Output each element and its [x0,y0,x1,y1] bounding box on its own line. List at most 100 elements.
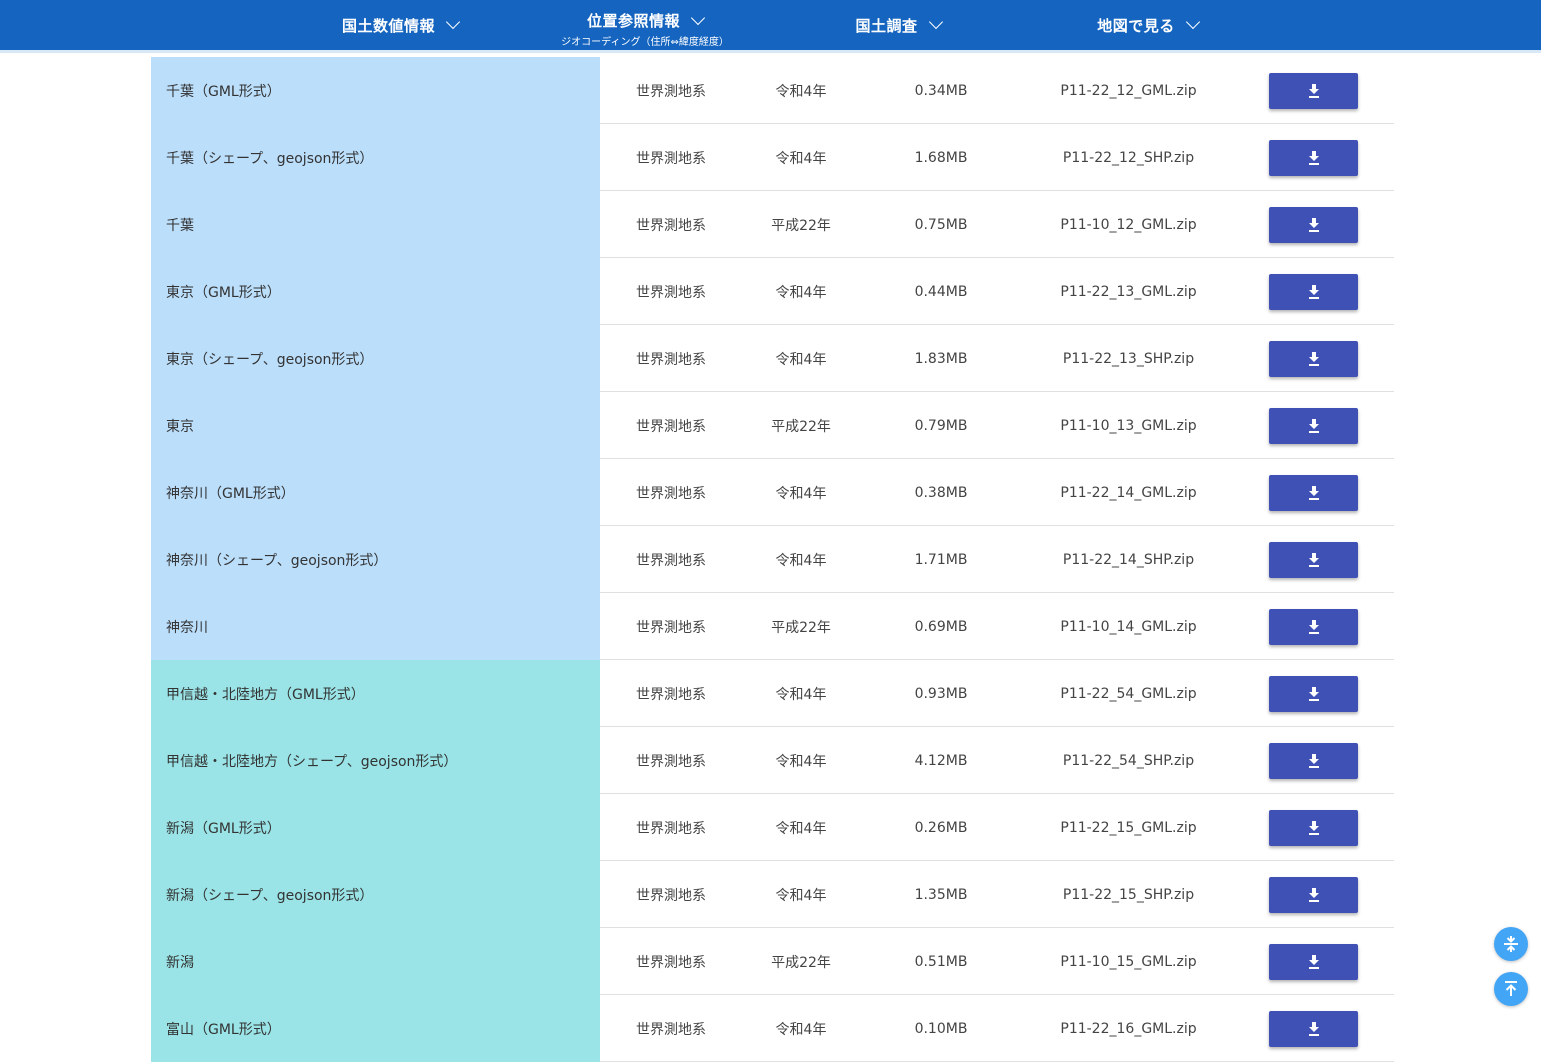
chevron-down-icon [928,14,943,30]
year-cell: 令和4年 [775,150,827,167]
geodetic-system-cell: 世界測地系 [636,619,706,636]
year-cell: 令和4年 [775,284,827,301]
file-name-cell: P11-10_15_GML.zip [1060,953,1197,970]
table-row: 甲信越・北陸地方（シェープ、geojson形式） 世界測地系 令和4年 4.12MB P… [151,727,1394,794]
download-button[interactable] [1269,207,1358,243]
nav-ichi-sansho[interactable]: 位置参照情報 ジオコーディング（住所⇔緯度経度） [550,0,740,50]
nav-label: 位置参照情報 [586,12,680,30]
table-row: 東京（シェープ、geojson形式） 世界測地系 令和4年 1.83MB P11-22_… [151,325,1394,392]
file-name-cell: P11-10_13_GML.zip [1060,417,1197,434]
geodetic-system-cell: 世界測地系 [636,552,706,569]
chevron-down-icon [445,14,461,30]
year-cell: 令和4年 [775,753,827,770]
download-button[interactable] [1269,877,1358,913]
year-cell: 平成22年 [771,217,831,234]
area-name-cell: 新潟（シェープ、geojson形式） [151,861,600,928]
year-cell: 令和4年 [775,83,827,100]
file-size-cell: 1.71MB [914,551,968,568]
area-name-cell: 神奈川（シェープ、geojson形式） [151,526,600,593]
table-row: 新潟（GML形式） 世界測地系 令和4年 0.26MB P11-22_15_GML.zi… [151,794,1394,861]
nav-label: 国土調査 [855,16,918,35]
geodetic-system-cell: 世界測地系 [636,83,706,100]
geodetic-system-cell: 世界測地系 [636,686,706,703]
file-name-cell: P11-22_13_SHP.zip [1062,350,1195,367]
geodetic-system-cell: 世界測地系 [636,351,706,368]
geodetic-system-cell: 世界測地系 [636,418,706,435]
file-size-cell: 0.69MB [914,618,968,635]
download-button[interactable] [1269,676,1358,712]
nav-chizu-de-miru[interactable]: 地図で見る [1090,0,1205,50]
area-name-cell: 東京 [151,392,600,459]
area-name-cell: 神奈川（GML形式） [151,459,600,526]
download-icon [1308,553,1319,567]
area-name-cell: 甲信越・北陸地方（GML形式） [151,660,600,727]
table-row: 千葉（GML形式） 世界測地系 令和4年 0.34MB P11-22_12_GML.zi… [151,57,1394,124]
download-button[interactable] [1269,274,1358,310]
download-button[interactable] [1269,810,1358,846]
file-name-cell: P11-22_15_GML.zip [1060,819,1197,836]
geodetic-system-cell: 世界測地系 [636,485,706,502]
download-button[interactable] [1269,475,1358,511]
area-name-cell: 甲信越・北陸地方（シェープ、geojson形式） [151,727,600,794]
year-cell: 令和4年 [775,485,827,502]
download-icon [1308,151,1319,165]
geodetic-system-cell: 世界測地系 [636,954,706,971]
download-icon [1308,620,1319,634]
geodetic-system-cell: 世界測地系 [636,284,706,301]
nav-sublabel: ジオコーディング（住所⇔緯度経度） [561,37,729,48]
collapse-button[interactable] [1494,927,1528,961]
download-icon [1308,84,1319,98]
year-cell: 令和4年 [775,552,827,569]
download-icon [1308,821,1319,835]
year-cell: 令和4年 [775,686,827,703]
download-button[interactable] [1269,542,1358,578]
file-size-cell: 0.10MB [914,1020,968,1037]
file-name-cell: P11-22_12_GML.zip [1060,82,1197,99]
file-name-cell: P11-22_12_SHP.zip [1062,149,1195,166]
file-size-cell: 1.35MB [914,886,968,903]
area-name-cell: 新潟 [151,928,600,995]
download-icon [1308,486,1319,500]
area-name-cell: 新潟（GML形式） [151,794,600,861]
year-cell: 平成22年 [771,619,831,636]
download-button[interactable] [1269,944,1358,980]
geodetic-system-cell: 世界測地系 [636,217,706,234]
file-size-cell: 0.44MB [914,283,968,300]
area-name-cell: 東京（シェープ、geojson形式） [151,325,600,392]
file-name-cell: P11-22_14_SHP.zip [1062,551,1195,568]
collapse-icon [1504,936,1518,952]
download-icon [1308,285,1319,299]
nav-kokudo-suchi[interactable]: 国土数値情報 [330,0,470,50]
area-name-cell: 千葉 [151,191,600,258]
nav-label: 地図で見る [1097,16,1175,35]
download-button[interactable] [1269,341,1358,377]
download-button[interactable] [1269,743,1358,779]
download-button[interactable] [1269,408,1358,444]
table-row: 富山（GML形式） 世界測地系 令和4年 0.10MB P11-22_16_GML.zi… [151,995,1394,1062]
year-cell: 令和4年 [775,887,827,904]
area-name-cell: 富山（GML形式） [151,995,600,1062]
download-icon [1308,419,1319,433]
download-button[interactable] [1269,1011,1358,1047]
file-size-cell: 1.83MB [914,350,968,367]
table-row: 神奈川（GML形式） 世界測地系 令和4年 0.38MB P11-22_14_GML.z… [151,459,1394,526]
file-name-cell: P11-22_14_GML.zip [1060,484,1197,501]
nav-kokudo-chosa[interactable]: 国土調査 [848,0,948,50]
download-button[interactable] [1269,73,1358,109]
scroll-to-top-button[interactable] [1494,972,1528,1006]
file-name-cell: P11-10_12_GML.zip [1060,216,1197,233]
year-cell: 令和4年 [775,820,827,837]
file-name-cell: P11-10_14_GML.zip [1060,618,1197,635]
download-button[interactable] [1269,140,1358,176]
area-name-cell: 神奈川 [151,593,600,660]
area-name-cell: 東京（GML形式） [151,258,600,325]
table-row: 新潟 世界測地系 平成22年 0.51MB P11-10_15_GML.zip [151,928,1394,995]
geodetic-system-cell: 世界測地系 [636,887,706,904]
year-cell: 令和4年 [775,1021,827,1038]
table-row: 神奈川（シェープ、geojson形式） 世界測地系 令和4年 1.71MB P11-22… [151,526,1394,593]
download-button[interactable] [1269,609,1358,645]
geodetic-system-cell: 世界測地系 [636,753,706,770]
file-size-cell: 0.75MB [914,216,968,233]
file-name-cell: P11-22_13_GML.zip [1060,283,1197,300]
file-size-cell: 0.34MB [914,82,968,99]
